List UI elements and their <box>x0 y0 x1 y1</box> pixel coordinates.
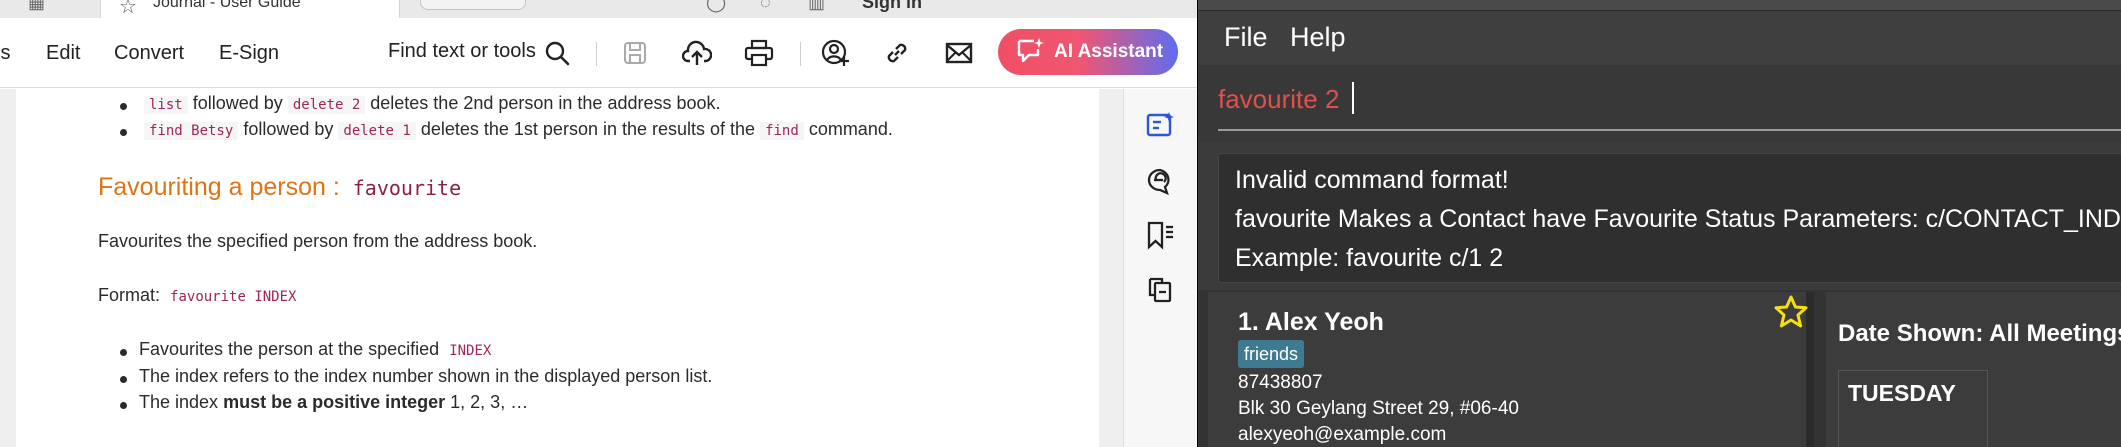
mail-icon[interactable] <box>942 36 976 70</box>
pdf-right-rail <box>1123 89 1198 447</box>
menu-file[interactable]: File <box>1224 22 1268 53</box>
doc-text: followed by <box>192 93 283 113</box>
doc-point-index-refers: The index refers to the index number sho… <box>139 366 713 386</box>
list-bullet <box>120 129 127 136</box>
pdf-viewer-window: ▦ ☆ Journal - User Guide ◯ ◌ ▥ Sign in l… <box>0 0 1198 447</box>
result-line-example: Example: favourite c/1 2 <box>1235 244 1504 272</box>
notifications-icon[interactable]: ◌ <box>760 0 771 13</box>
menu-esign[interactable]: E-Sign <box>219 42 279 65</box>
code-snippet: delete 2 <box>287 96 366 114</box>
apps-grid-icon[interactable]: ▥ <box>808 0 825 13</box>
copy-pages-icon[interactable] <box>1142 271 1178 307</box>
ai-assistant-label: AI Assistant <box>1054 41 1164 62</box>
code-snippet: delete 1 <box>338 122 416 140</box>
menu-help[interactable]: Help <box>1290 22 1346 53</box>
command-input-underline <box>1218 129 2121 131</box>
addressbook-app-window: File Help Invalid command format! favour… <box>1198 0 2121 447</box>
document-tab[interactable]: ☆ Journal - User Guide <box>100 0 400 18</box>
share-user-icon[interactable] <box>818 36 852 70</box>
result-display[interactable]: Invalid command format! favourite Makes … <box>1218 153 2121 283</box>
menu-convert[interactable]: Convert <box>114 42 184 65</box>
tag-friends: friends <box>1238 340 1305 368</box>
doc-text: command. <box>808 119 893 139</box>
date-shown-label: Date Shown: All Meetings <box>1838 320 2121 347</box>
ai-assistant-icon <box>1016 37 1044 68</box>
doc-text: deletes the 1st person in the results of… <box>420 119 756 139</box>
toolbar-divider <box>596 42 597 66</box>
new-tab-button[interactable] <box>420 0 526 10</box>
app-menu-bar: File Help <box>1198 11 2121 65</box>
save-icon[interactable] <box>618 36 652 70</box>
doc-bullet-list-delete: list followed by delete 2 deletes the 2n… <box>144 93 721 114</box>
lists-panel: 1. Alex Yeoh friends 87438807 Blk 30 Gey… <box>1198 290 2121 447</box>
favourite-star-icon <box>1774 295 1808 328</box>
doc-bold-text: must be a positive integer <box>223 392 446 412</box>
heading-text: Favouriting a person : <box>98 173 340 201</box>
doc-text: followed by <box>243 119 334 139</box>
favorite-tab-icon[interactable]: ☆ <box>119 0 137 19</box>
app-title-bar[interactable] <box>1198 0 2121 11</box>
ai-assistant-button[interactable]: AI Assistant <box>998 29 1178 75</box>
toolbar-divider <box>800 42 801 66</box>
result-line-usage: favourite Makes a Contact have Favourite… <box>1235 205 2121 233</box>
format-label: Format: <box>98 285 161 305</box>
list-bullet <box>120 402 127 409</box>
doc-text: The index <box>139 392 219 412</box>
meeting-panel: Date Shown: All Meetings TUESDAY <box>1826 292 2121 447</box>
list-bullet <box>120 103 127 110</box>
section-heading-favourite: Favouriting a person : favourite <box>98 173 461 202</box>
person-address: Blk 30 Geylang Street 29, #06-40 <box>1238 398 1519 419</box>
doc-point-positive-integer: The index must be a positive integer 1, … <box>139 392 528 413</box>
document-tab-title: Journal - User Guide <box>153 0 301 11</box>
bookmark-list-icon[interactable] <box>1142 217 1178 253</box>
pdf-toolbar: ls Edit Convert E-Sign Find text or tool… <box>0 18 1198 88</box>
menu-tools[interactable]: ls <box>0 42 10 65</box>
code-snippet: find Betsy <box>144 122 239 140</box>
doc-text: deletes the 2nd person in the address bo… <box>370 93 721 113</box>
favourite-description: Favourites the specified person from the… <box>98 231 538 251</box>
result-line-error: Invalid command format! <box>1235 166 1509 194</box>
doc-text: Favourites the person at the specified <box>139 339 440 359</box>
edit-text-icon[interactable] <box>1142 107 1178 143</box>
sign-in-link[interactable]: Sign in <box>862 0 922 13</box>
doc-point-specified-index: Favourites the person at the specified I… <box>139 339 496 360</box>
pdf-page: list followed by delete 2 deletes the 2n… <box>16 89 1099 447</box>
link-icon[interactable] <box>880 36 914 70</box>
comment-icon[interactable] <box>1142 163 1178 199</box>
tab-list-icon[interactable]: ▦ <box>28 0 45 13</box>
search-icon[interactable] <box>540 36 574 70</box>
command-box <box>1198 65 2121 142</box>
list-bullet <box>120 349 127 356</box>
favourite-format: Format: favourite INDEX <box>98 285 301 306</box>
day-label: TUESDAY <box>1848 380 1956 406</box>
code-snippet: list <box>144 96 188 114</box>
person-email: alexyeoh@example.com <box>1238 424 1447 445</box>
heading-code: favourite <box>352 176 462 200</box>
pdf-document-area: list followed by delete 2 deletes the 2n… <box>0 89 1198 447</box>
doc-text: 1, 2, 3, … <box>450 392 529 412</box>
person-name: 1. Alex Yeoh <box>1238 308 1384 336</box>
person-card[interactable]: 1. Alex Yeoh friends 87438807 Blk 30 Gey… <box>1208 292 1814 447</box>
code-snippet: INDEX <box>449 343 492 359</box>
print-icon[interactable] <box>742 36 776 70</box>
upload-cloud-icon[interactable] <box>680 36 714 70</box>
code-snippet: favourite INDEX <box>170 289 297 305</box>
menu-edit[interactable]: Edit <box>46 42 80 65</box>
find-text-tools-field[interactable]: Find text or tools <box>388 40 536 63</box>
code-snippet: find <box>760 122 804 140</box>
text-caret <box>1352 82 1354 114</box>
list-bullet <box>120 376 127 383</box>
doc-bullet-find-delete: find Betsy followed by delete 1 deletes … <box>144 119 893 140</box>
person-phone: 87438807 <box>1238 372 1323 393</box>
browser-tab-strip: ▦ ☆ Journal - User Guide ◯ ◌ ▥ Sign in <box>0 0 1198 18</box>
help-icon[interactable]: ◯ <box>706 0 726 13</box>
